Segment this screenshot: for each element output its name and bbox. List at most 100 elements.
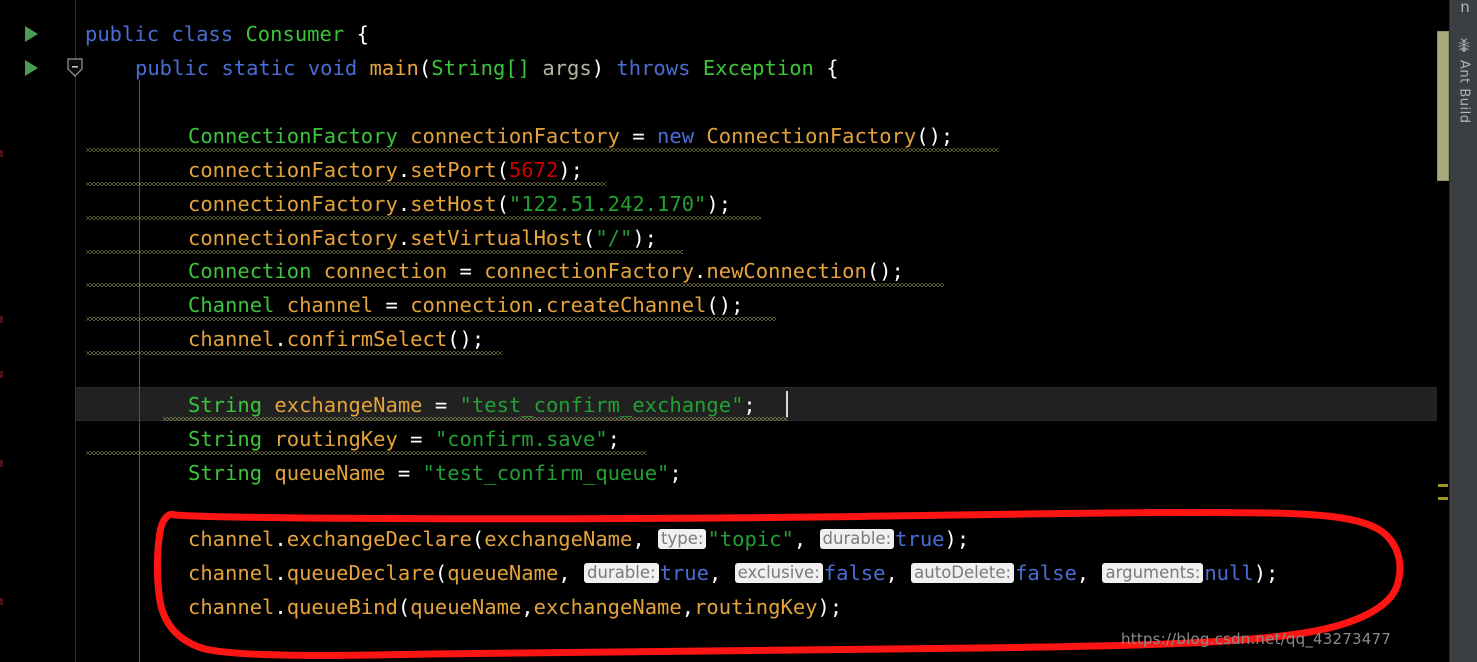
token-type: Consumer — [245, 22, 345, 46]
token-tail: ); — [632, 226, 658, 250]
inlay-hint-type: type: — [658, 529, 707, 549]
token-paren: ( — [471, 527, 485, 551]
warning-squiggle — [86, 451, 646, 455]
vertical-scrollbar-thumb[interactable] — [1437, 31, 1449, 181]
token-paren: ( — [582, 226, 596, 250]
token-keyword: new — [657, 124, 695, 148]
token-comma: , — [885, 561, 911, 585]
token-string: "topic" — [707, 527, 794, 551]
token-identifier: channel — [188, 595, 275, 619]
token-identifier: routingKey — [274, 427, 398, 451]
warning-squiggle — [86, 216, 761, 220]
token-paren: ( — [397, 595, 411, 619]
token-param: args — [542, 56, 592, 80]
token-dot: . — [397, 226, 411, 250]
token-tail: (); — [916, 124, 954, 148]
token-type: Channel — [188, 293, 275, 317]
token-keyword: static — [221, 56, 296, 80]
right-tool-window-bar[interactable]: n Ant Build — [1449, 0, 1477, 662]
token-tail: ; — [743, 393, 756, 417]
token-type: String — [188, 461, 263, 485]
token-string: "test_confirm_queue" — [422, 461, 670, 485]
token-string: "test_confirm_exchange" — [459, 393, 744, 417]
warning-squiggle — [86, 283, 944, 287]
token-paren: ) — [591, 56, 605, 80]
token-identifier: connection — [410, 293, 534, 317]
token-method: queueBind — [286, 595, 398, 619]
inlay-hint-durable: durable: — [819, 529, 895, 549]
token-comma: , — [1076, 561, 1102, 585]
inlay-hint-exclusive: exclusive: — [734, 563, 823, 583]
token-tail: (); — [866, 259, 904, 283]
token-comma: , — [708, 561, 734, 585]
token-comma: , — [681, 595, 695, 619]
warning-squiggle — [86, 351, 502, 355]
token-identifier: channel — [188, 561, 275, 585]
token-operator: = — [397, 461, 411, 485]
token-operator: = — [410, 427, 423, 451]
token-null: null — [1204, 561, 1254, 585]
warning-squiggle — [86, 250, 683, 254]
token-argument: queueName — [410, 595, 522, 619]
code-content[interactable]: public class Consumer { public static vo… — [0, 0, 1437, 662]
token-type: String — [188, 393, 263, 417]
token-keyword: class — [171, 22, 234, 46]
token-comma: , — [793, 527, 819, 551]
token-tail: ); — [706, 192, 732, 216]
warning-squiggle — [86, 317, 776, 321]
token-tail: (); — [706, 293, 744, 317]
token-dot: . — [533, 293, 546, 317]
warning-stripe-marker[interactable] — [1438, 497, 1448, 500]
token-method: exchangeDeclare — [286, 527, 472, 551]
token-tail: ; — [669, 461, 682, 485]
token-method: confirmSelect — [286, 327, 448, 351]
token-argument: exchangeName — [533, 595, 682, 619]
tool-window-tab-ant-build[interactable]: Ant Build — [1450, 36, 1477, 124]
token-dot: . — [694, 259, 707, 283]
token-type: ConnectionFactory — [188, 124, 398, 148]
token-dot: . — [274, 595, 287, 619]
token-boolean: true — [659, 561, 709, 585]
token-method: createChannel — [545, 293, 707, 317]
token-identifier: connectionFactory — [484, 259, 695, 283]
token-boolean: true — [895, 527, 945, 551]
token-brace: { — [826, 56, 839, 80]
token-argument: exchangeName — [484, 527, 633, 551]
token-dot: . — [274, 561, 287, 585]
text-caret — [786, 391, 788, 417]
token-number: 5672 — [508, 158, 559, 182]
code-line: String queueName = "test_confirm_queue"; — [0, 456, 1437, 490]
token-operator: = — [459, 259, 472, 283]
token-operator: = — [632, 124, 645, 148]
token-keyword: public — [135, 56, 210, 80]
token-method: newConnection — [706, 259, 867, 283]
token-type: Connection — [188, 259, 312, 283]
warning-squiggle — [86, 148, 998, 152]
token-boolean: false — [823, 561, 886, 585]
token-paren: ( — [418, 56, 432, 80]
token-brace: { — [356, 22, 369, 46]
token-identifier: queueName — [274, 461, 386, 485]
token-boolean: false — [1015, 561, 1077, 585]
token-dot: . — [397, 158, 411, 182]
code-line: channel.queueBind(queueName,exchangeName… — [0, 590, 1437, 624]
inlay-hint-arguments: arguments: — [1102, 563, 1204, 583]
code-line: public class Consumer { — [0, 17, 1437, 51]
token-keyword: throws — [616, 56, 691, 80]
code-editor[interactable]: public class Consumer { public static vo… — [0, 0, 1437, 662]
token-identifier: exchangeName — [274, 393, 423, 417]
token-argument: queueName — [447, 561, 559, 585]
code-line: channel.exchangeDeclare(exchangeName, ty… — [0, 522, 1437, 556]
warning-stripe-marker[interactable] — [1438, 484, 1448, 487]
token-argument: routingKey — [694, 595, 818, 619]
token-identifier: connectionFactory — [188, 226, 398, 250]
token-tail: ; — [607, 427, 620, 451]
token-paren: ( — [434, 561, 448, 585]
token-identifier: connectionFactory — [188, 158, 398, 182]
inlay-hint-autodelete: autoDelete: — [911, 563, 1015, 583]
token-string: "122.51.242.170" — [508, 192, 707, 216]
token-method: setPort — [410, 158, 497, 182]
token-dot: . — [274, 327, 287, 351]
tool-window-tab-fragment[interactable]: n — [1454, 0, 1476, 20]
token-tail: (); — [447, 327, 485, 351]
